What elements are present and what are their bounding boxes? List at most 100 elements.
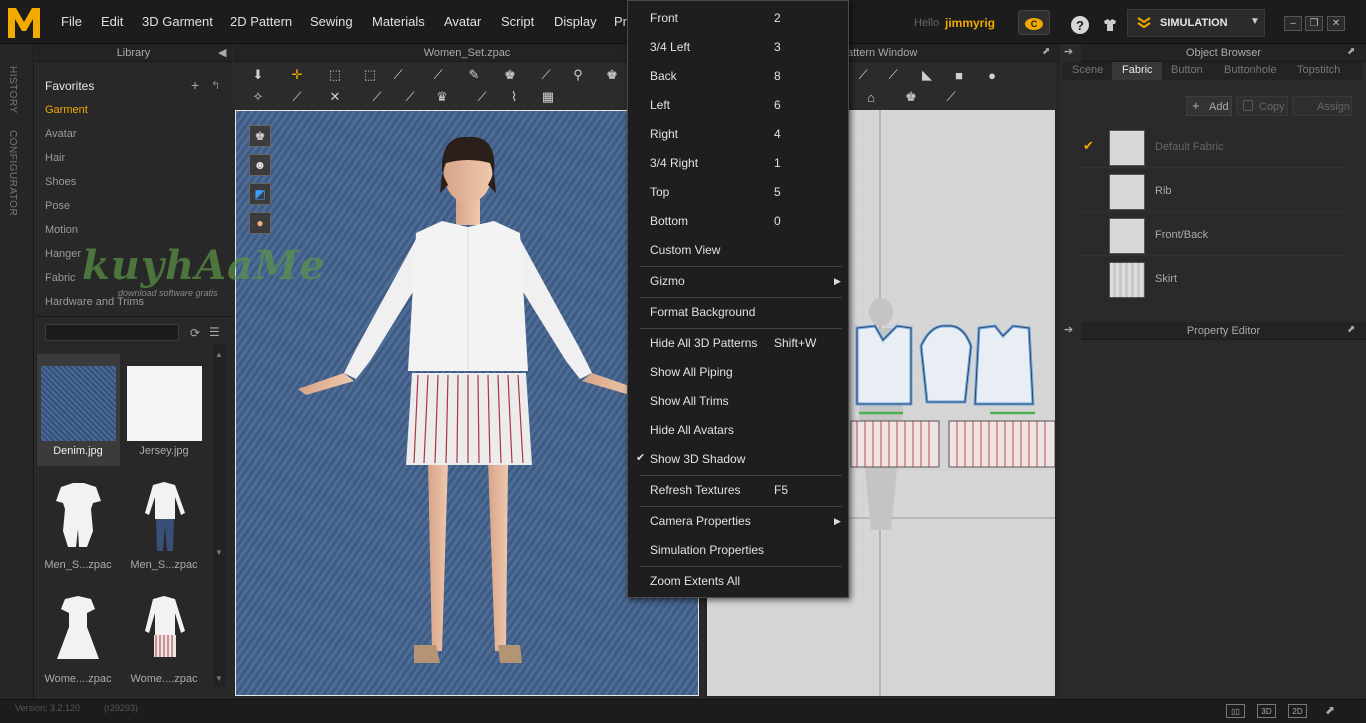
cloud-button[interactable]: C: [1018, 10, 1050, 35]
username[interactable]: jimmyrig: [945, 16, 995, 30]
thumb-jersey[interactable]: [127, 366, 202, 441]
fabric-row[interactable]: Rib: [1077, 170, 1347, 212]
2d-shirt-icon[interactable]: ♚: [902, 88, 920, 106]
library-scrollbar[interactable]: [213, 344, 225, 686]
menu-item-hide-all-3d-patterns[interactable]: Hide All 3D Patterns: [650, 336, 757, 350]
fabric-row[interactable]: Front/Back: [1077, 214, 1347, 256]
avatar-skin-icon[interactable]: ●: [249, 212, 271, 234]
trim-icon[interactable]: ♛: [433, 88, 451, 106]
tab-configurator[interactable]: CONFIGURATOR: [7, 130, 18, 216]
2d-view-button[interactable]: 2D: [1288, 704, 1307, 718]
menu-materials[interactable]: Materials: [372, 14, 425, 29]
shirt-icon[interactable]: ♚: [603, 66, 621, 84]
2d-window-popout-icon[interactable]: ⬈: [1042, 46, 1050, 57]
list-view-icon[interactable]: ☰: [209, 325, 220, 339]
transform-icon[interactable]: ✛: [288, 66, 306, 84]
menu-script[interactable]: Script: [501, 14, 534, 29]
copy-fabric-button[interactable]: Copy: [1236, 96, 1288, 116]
brush-icon[interactable]: ✎: [465, 66, 483, 84]
select-mesh-icon[interactable]: ⬇: [249, 66, 267, 84]
fabric-row[interactable]: Skirt: [1077, 258, 1347, 300]
edit-point-icon[interactable]: ⬚: [361, 66, 379, 84]
menu-file[interactable]: File: [61, 14, 82, 29]
thumb-women-set-2[interactable]: [127, 593, 202, 668]
object-browser-arrow-icon[interactable]: ➔: [1064, 45, 1073, 58]
menu-2d-pattern[interactable]: 2D Pattern: [230, 14, 292, 29]
avatar-display-icon[interactable]: ☻: [249, 154, 271, 176]
garment-display-icon[interactable]: ♚: [249, 125, 271, 147]
maximize-button[interactable]: ❐: [1305, 16, 1323, 31]
menu-item-zoom-extents-all[interactable]: Zoom Extents All: [650, 574, 740, 588]
menu-display[interactable]: Display: [554, 14, 597, 29]
pin-icon[interactable]: ⟋: [429, 66, 447, 84]
help-icon[interactable]: ?: [1071, 16, 1089, 34]
fold-icon[interactable]: ⟋: [389, 66, 407, 84]
thumb-denim[interactable]: [41, 366, 116, 441]
menu-item-format-background[interactable]: Format Background: [650, 305, 755, 319]
menu-item-front[interactable]: Front: [650, 11, 678, 25]
menu-3d-garment[interactable]: 3D Garment: [142, 14, 213, 29]
3d-view-button[interactable]: 3D: [1257, 704, 1276, 718]
library-collapse-icon[interactable]: ◀: [218, 46, 226, 59]
tab-buttonhole[interactable]: Buttonhole: [1224, 64, 1277, 76]
simulation-dropdown-icon[interactable]: ▼: [1250, 16, 1260, 27]
tab-fabric[interactable]: Fabric: [1122, 64, 1153, 76]
tab-topstitch[interactable]: Topstitch: [1297, 64, 1340, 76]
menu-item-back[interactable]: Back: [650, 69, 677, 83]
add-favorite-icon[interactable]: +: [191, 77, 199, 93]
scroll-down-icon[interactable]: ▼: [215, 548, 223, 557]
scroll-up-icon[interactable]: ▲: [215, 350, 223, 359]
menu-edit[interactable]: Edit: [101, 14, 123, 29]
menu-item-custom-view[interactable]: Custom View: [650, 243, 720, 257]
select-box-icon[interactable]: ⬚: [326, 66, 344, 84]
tape-icon[interactable]: ⚲: [569, 66, 587, 84]
popout-icon[interactable]: ⬈: [1325, 703, 1335, 717]
elastic-icon[interactable]: ⌇: [505, 88, 523, 106]
favorites-label[interactable]: Favorites: [45, 79, 94, 93]
menu-item-refresh-textures[interactable]: Refresh Textures: [650, 483, 741, 497]
2d-curve-icon[interactable]: ⟋: [884, 66, 902, 84]
menu-item-3-4-right[interactable]: 3/4 Right: [650, 156, 698, 170]
scroll-end-icon[interactable]: ▼: [215, 674, 223, 683]
button-tool-icon[interactable]: ⟋: [368, 88, 386, 106]
library-item-pose[interactable]: Pose: [45, 200, 70, 212]
tab-scene[interactable]: Scene: [1072, 64, 1103, 76]
assign-fabric-button[interactable]: Assign: [1292, 96, 1352, 116]
library-item-garment[interactable]: Garment: [45, 104, 88, 116]
zipper-icon[interactable]: ⟋: [401, 88, 419, 106]
tab-history[interactable]: HISTORY: [7, 66, 18, 114]
object-browser-popout-icon[interactable]: ⬈: [1347, 46, 1355, 57]
thumb-men-set-1[interactable]: [41, 479, 116, 554]
library-item-avatar[interactable]: Avatar: [45, 128, 77, 140]
menu-item-simulation-properties[interactable]: Simulation Properties: [650, 543, 764, 557]
thumb-men-set-2[interactable]: [127, 479, 202, 554]
back-icon[interactable]: ↰: [211, 79, 220, 92]
menu-item-bottom[interactable]: Bottom: [650, 214, 688, 228]
seam-icon[interactable]: ✕: [326, 88, 344, 106]
menu-item-camera-properties[interactable]: Camera Properties: [650, 514, 751, 528]
library-item-hanger[interactable]: Hanger: [45, 248, 81, 260]
library-item-motion[interactable]: Motion: [45, 224, 78, 236]
fabric-display-icon[interactable]: ◩: [249, 183, 271, 205]
thumb-women-set-1[interactable]: [41, 593, 116, 668]
measure-icon[interactable]: ⟋: [288, 88, 306, 106]
menu-item-3-4-left[interactable]: 3/4 Left: [650, 40, 690, 54]
menu-item-gizmo[interactable]: Gizmo: [650, 274, 685, 288]
avatar-pose-icon[interactable]: ✧: [249, 88, 267, 106]
property-editor-popout-icon[interactable]: ⬈: [1347, 324, 1355, 335]
menu-item-show-3d-shadow[interactable]: Show 3D Shadow: [650, 452, 745, 466]
tshirt-settings-icon[interactable]: [1101, 16, 1119, 34]
menu-sewing[interactable]: Sewing: [310, 14, 353, 29]
garment-icon[interactable]: ♚: [501, 66, 519, 84]
fabric-row[interactable]: ✔ Default Fabric: [1077, 126, 1347, 168]
menu-avatar[interactable]: Avatar: [444, 14, 481, 29]
menu-preferences[interactable]: Pr: [614, 14, 627, 29]
menu-item-top[interactable]: Top: [650, 185, 669, 199]
close-button[interactable]: ✕: [1327, 16, 1345, 31]
add-fabric-button[interactable]: + Add: [1186, 96, 1232, 116]
menu-item-right[interactable]: Right: [650, 127, 678, 141]
2d-circle-icon[interactable]: ●: [983, 66, 1001, 84]
segment-icon[interactable]: ⟋: [537, 66, 555, 84]
tab-button[interactable]: Button: [1171, 64, 1203, 76]
2d-iron-icon[interactable]: ⌂: [862, 88, 880, 106]
